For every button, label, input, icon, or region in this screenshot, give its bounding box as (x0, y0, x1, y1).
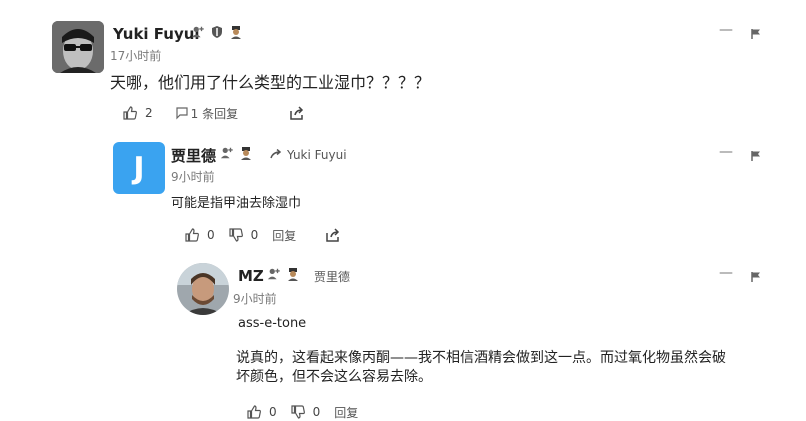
add-user-icon[interactable] (220, 146, 234, 160)
reply-to: 贾里德 (314, 268, 350, 285)
avatar-letter: J (133, 150, 145, 186)
comment-time: 17小时前 (110, 49, 162, 63)
reply-arrow-icon (270, 149, 282, 159)
hat-man-icon (288, 268, 298, 281)
reply-to-name[interactable]: Yuki Fuyui (287, 148, 347, 162)
shield-icon (212, 26, 222, 38)
hat-man-icon (231, 26, 241, 39)
comment-actions: 0 0 回复 (183, 226, 342, 244)
comment-author[interactable]: Yuki Fuyui (113, 25, 200, 43)
dislike-count: 0 (250, 228, 259, 242)
reply-to: Yuki Fuyui (270, 148, 347, 162)
comment-time: 9小时前 (171, 170, 215, 184)
collapse-button[interactable]: — (719, 22, 733, 38)
flag-icon[interactable] (750, 25, 762, 44)
comment-text: ass-e-tone (238, 316, 307, 331)
author-badges (220, 146, 253, 160)
author-badges (267, 267, 300, 281)
reply-to-name[interactable]: 贾里德 (314, 268, 350, 285)
like-count: 2 (145, 106, 153, 120)
like-count: 0 (207, 228, 215, 242)
author-badges (191, 25, 243, 39)
comment-time: 9小时前 (233, 292, 277, 306)
add-user-icon[interactable] (191, 25, 205, 39)
avatar[interactable] (52, 21, 104, 73)
like-icon[interactable] (183, 226, 201, 244)
comment-author[interactable]: MZ (238, 267, 264, 285)
comment-text: 天哪，他们用了什么类型的工业湿巾？？？？ (110, 73, 431, 92)
comment-author[interactable]: 贾里德 (171, 145, 216, 166)
reply-icon[interactable] (173, 104, 191, 122)
comment-actions: 2 1 条回复 (121, 104, 306, 122)
avatar[interactable]: J (113, 142, 165, 194)
flag-icon[interactable] (750, 147, 762, 166)
collapse-button[interactable]: — (719, 144, 733, 160)
like-icon[interactable] (245, 403, 263, 421)
avatar[interactable] (177, 263, 229, 315)
share-icon[interactable] (288, 104, 306, 122)
hat-man-icon (241, 147, 251, 160)
like-count: 0 (269, 405, 277, 419)
reply-button[interactable]: 回复 (334, 404, 358, 421)
comment-actions: 0 0 回复 (245, 403, 358, 421)
dislike-icon[interactable] (289, 403, 307, 421)
like-icon[interactable] (121, 104, 139, 122)
dislike-count: 0 (312, 405, 321, 419)
reply-button[interactable]: 回复 (272, 227, 296, 244)
comment-text: 说真的，这看起来像丙酮——我不相信酒精会做到这一点。而过氧化物虽然会破坏颜色，但… (236, 350, 726, 385)
comment-text: 可能是指甲油去除湿巾 (171, 196, 302, 211)
collapse-button[interactable]: — (719, 265, 733, 281)
add-user-icon[interactable] (267, 267, 281, 281)
share-icon[interactable] (324, 226, 342, 244)
flag-icon[interactable] (750, 268, 762, 287)
dislike-icon[interactable] (227, 226, 245, 244)
reply-count[interactable]: 1 条回复 (191, 105, 238, 122)
